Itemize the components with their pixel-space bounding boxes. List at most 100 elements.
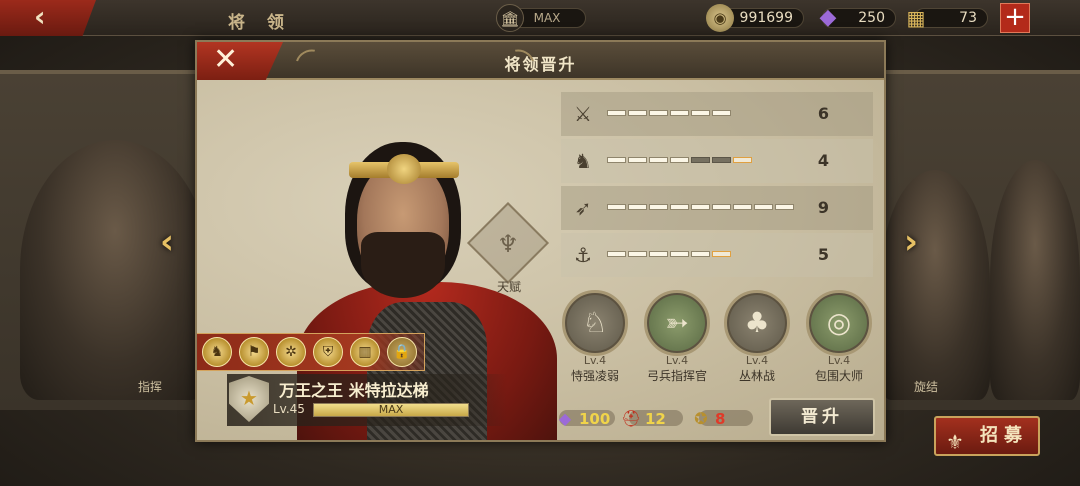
upgrade-name: 恃强凌弱	[570, 369, 619, 383]
dialog-title: 将领晋升	[504, 55, 577, 74]
stat-row-cavalry: ♞ 4	[561, 139, 873, 183]
stat-bar	[607, 204, 817, 212]
page-title: 将 领	[228, 13, 292, 33]
gate-icon[interactable]: ▥	[350, 337, 380, 367]
stat-bar	[607, 110, 817, 118]
stat-segment	[733, 204, 752, 210]
left-hero-label: 指挥	[138, 380, 163, 394]
stat-segment	[670, 204, 689, 210]
stat-segment	[628, 204, 647, 210]
back-button[interactable]: ‹	[0, 0, 96, 36]
upgrade-skill-1[interactable]: ♘ Lv.4 恃强凌弱	[559, 290, 631, 384]
stat-row-archer: ➶ 9	[561, 186, 873, 230]
horse-icon: ♞	[574, 149, 592, 173]
promotion-dialog: ✕ 将领晋升 ♆ 天赋 ♞ ⚑ ✲ ⛨ ▥ 🔒 ★ 万王之王 米特拉达梯 Lv.…	[195, 40, 886, 442]
stat-segment	[691, 251, 710, 257]
stat-segment	[712, 110, 731, 116]
forest-icon: ♣	[724, 290, 790, 356]
anchor-icon: ⚓	[574, 243, 592, 267]
stat-segment	[649, 110, 668, 116]
stat-value: 9	[817, 198, 829, 217]
hero-name: 万王之王 米特拉达梯	[279, 381, 429, 400]
stat-value: 6	[817, 104, 829, 123]
upgrade-skill-4[interactable]: ◎ Lv.4 包围大师	[803, 290, 875, 384]
stat-segment	[607, 204, 626, 210]
recruit-button[interactable]: ⚜ 招募	[934, 416, 1040, 456]
ration-crate-icon: ▦	[906, 6, 926, 30]
stat-segment	[628, 110, 647, 116]
promote-button[interactable]: 晋升	[769, 398, 875, 436]
cost-gem: ◆ 100	[555, 408, 610, 428]
upgrade-name: 弓兵指挥官	[646, 369, 707, 383]
lock-icon[interactable]: 🔒	[387, 337, 417, 367]
stat-segment	[670, 251, 689, 257]
stat-segment	[712, 157, 731, 163]
stat-bar	[607, 251, 817, 259]
bow-icon: ➳	[644, 290, 710, 356]
level-progress-bar: MAX	[313, 403, 469, 417]
stat-segment	[607, 110, 626, 116]
level-bar-text: MAX	[378, 403, 404, 416]
encircle-icon: ◎	[806, 290, 872, 356]
stat-segment	[775, 204, 794, 210]
stat-segment	[628, 157, 647, 163]
bow-icon: ➶	[574, 196, 592, 220]
laurel-right-icon	[500, 44, 540, 82]
wheel-icon[interactable]: ✲	[276, 337, 306, 367]
left-hero-silhouette[interactable]	[20, 140, 210, 400]
upgrade-level: Lv.4	[827, 354, 851, 367]
upgrade-level: Lv.4	[665, 354, 689, 367]
prev-hero-arrow-icon[interactable]: ‹	[154, 222, 180, 262]
helmet-icon: ⛑	[621, 408, 642, 428]
stat-segment	[628, 251, 647, 257]
cost-medal: ✪ 8	[691, 408, 725, 428]
stat-value: 5	[817, 245, 829, 264]
recruit-icon: ⚜	[946, 430, 964, 454]
add-resource-button[interactable]: +	[1000, 3, 1030, 33]
back-arrow-icon: ‹	[34, 0, 46, 33]
stat-segment	[607, 251, 626, 257]
building-icon[interactable]: 🏛	[496, 4, 524, 32]
cavalry-icon: ♘	[562, 290, 628, 356]
stat-row-navy: ⚓ 5	[561, 233, 873, 277]
right-hero-silhouette-2[interactable]	[990, 160, 1080, 400]
coin-icon: ◉	[706, 4, 734, 32]
right-hero-silhouette-1[interactable]	[880, 170, 990, 400]
hero-level: Lv.45	[273, 402, 305, 416]
stat-value: 4	[817, 151, 829, 170]
stat-bar	[607, 157, 817, 165]
horse-head-icon[interactable]: ♞	[202, 337, 232, 367]
sword-icon: ⚔	[574, 102, 592, 126]
upgrade-name: 包围大师	[814, 369, 863, 383]
right-hero-label: 旋结	[914, 380, 939, 394]
stat-segment	[712, 204, 731, 210]
medal-icon: ✪	[694, 408, 708, 428]
stat-segment	[670, 157, 689, 163]
hero-nameplate: ★ 万王之王 米特拉达梯 Lv.45 MAX	[227, 374, 507, 426]
gem-icon: ◆	[819, 5, 837, 30]
stat-segment	[649, 157, 668, 163]
cost-helmet: ⛑ 12	[621, 408, 666, 428]
stat-segment	[649, 204, 668, 210]
banner-icon[interactable]: ⚑	[239, 337, 269, 367]
stat-segment	[691, 110, 710, 116]
stat-segment	[670, 110, 689, 116]
gem-icon: ◆	[558, 408, 572, 428]
stat-segment	[691, 204, 710, 210]
next-hero-arrow-icon[interactable]: ›	[898, 222, 924, 262]
upgrade-level: Lv.4	[745, 354, 769, 367]
talent-label: 天赋	[496, 280, 521, 294]
upgrade-skill-2[interactable]: ➳ Lv.4 弓兵指挥官	[641, 290, 713, 384]
lion-crown-icon	[387, 154, 421, 184]
shield-emblem-icon[interactable]: ⛨	[313, 337, 343, 367]
stat-segment	[754, 204, 773, 210]
upgrade-name: 丛林战	[738, 369, 775, 383]
upgrade-skill-3[interactable]: ♣ Lv.4 丛林战	[721, 290, 793, 384]
dialog-header: ✕ 将领晋升	[197, 42, 884, 82]
stat-segment	[607, 157, 626, 163]
trident-icon: ♆	[497, 230, 519, 258]
stat-segment	[691, 157, 710, 163]
rank-badge-icon: ★	[229, 376, 269, 422]
upgrade-level: Lv.4	[583, 354, 607, 367]
stat-segment	[712, 251, 731, 257]
